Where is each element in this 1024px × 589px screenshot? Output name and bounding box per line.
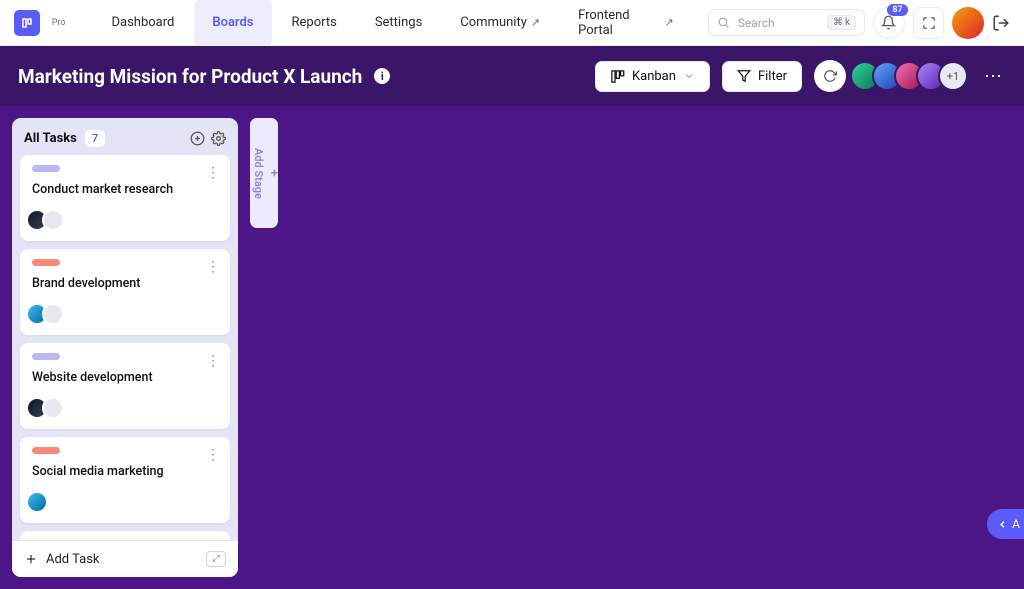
external-link-icon: ↗ — [665, 16, 674, 29]
column-count: 7 — [85, 130, 105, 147]
task-card[interactable]: Brand development⋮ — [20, 249, 230, 335]
logout-icon — [992, 14, 1010, 32]
filter-button[interactable]: Filter — [722, 61, 802, 92]
column-header: All Tasks 7 — [12, 118, 238, 155]
nav-frontend-portal[interactable]: Frontend Portal↗ — [560, 0, 692, 46]
plan-badge: Pro — [52, 18, 66, 28]
logout-button[interactable] — [992, 14, 1010, 32]
fullscreen-button[interactable] — [913, 7, 945, 39]
assignee-avatar — [42, 303, 64, 325]
task-card[interactable]: New Ad campaign for Facebook⋮ — [20, 531, 230, 540]
search-shortcut: ⌘k — [827, 15, 856, 30]
floating-side-tab[interactable]: A — [987, 509, 1024, 539]
info-icon[interactable]: i — [374, 68, 390, 84]
gear-icon[interactable] — [211, 131, 226, 146]
search-icon — [717, 16, 730, 29]
card-menu-icon[interactable]: ⋮ — [206, 353, 220, 369]
chevron-left-icon — [997, 519, 1008, 530]
priority-tag — [32, 447, 60, 454]
assignee-list — [32, 303, 218, 325]
refresh-button[interactable] — [814, 60, 846, 92]
assignee-list — [32, 397, 218, 419]
board-header: Marketing Mission for Product X Launch i… — [0, 46, 1024, 106]
nav-settings[interactable]: Settings — [357, 0, 440, 46]
refresh-icon — [823, 69, 837, 83]
assignee-avatar — [42, 209, 64, 231]
board-title: Marketing Mission for Product X Launch — [18, 65, 362, 88]
nav-reports[interactable]: Reports — [274, 0, 355, 46]
add-stage-button[interactable]: + Add Stage — [250, 118, 278, 228]
member-avatars[interactable]: +1 — [858, 61, 968, 91]
top-navigation-bar: Pro Dashboard Boards Reports Settings Co… — [0, 0, 1024, 46]
task-card[interactable]: Social media marketing⋮ — [20, 437, 230, 523]
kanban-board: All Tasks 7 Conduct market research⋮Bran… — [0, 106, 1024, 589]
kanban-column: All Tasks 7 Conduct market research⋮Bran… — [12, 118, 238, 577]
assignee-avatar — [42, 397, 64, 419]
app-logo[interactable] — [14, 10, 40, 36]
more-menu[interactable]: ⋯ — [980, 66, 1006, 87]
search-input[interactable]: Search ⌘k — [708, 9, 865, 36]
chevron-down-icon — [683, 70, 695, 82]
priority-tag — [32, 259, 60, 266]
nav-dashboard[interactable]: Dashboard — [93, 0, 192, 46]
expand-icon[interactable]: ⤢ — [206, 551, 226, 567]
external-link-icon: ↗ — [531, 16, 540, 29]
card-menu-icon[interactable]: ⋮ — [206, 447, 220, 463]
task-title: Conduct market research — [32, 182, 218, 197]
avatar-overflow[interactable]: +1 — [938, 61, 968, 91]
notification-count: 87 — [887, 4, 907, 16]
nav-boards[interactable]: Boards — [194, 0, 271, 46]
plus-icon: + — [271, 166, 278, 181]
bell-icon — [881, 15, 896, 30]
cards-list: Conduct market research⋮Brand developmen… — [12, 155, 238, 540]
filter-icon — [737, 69, 751, 83]
plus-icon — [24, 552, 38, 566]
task-card[interactable]: Website development⋮ — [20, 343, 230, 429]
kanban-icon — [610, 69, 625, 84]
add-task-button[interactable]: Add Task ⤢ — [12, 540, 238, 577]
column-title: All Tasks — [24, 131, 77, 146]
plus-circle-icon[interactable] — [190, 131, 205, 146]
notifications-button[interactable]: 87 — [873, 7, 905, 39]
priority-tag — [32, 165, 60, 172]
card-menu-icon[interactable]: ⋮ — [206, 165, 220, 181]
view-selector[interactable]: Kanban — [595, 61, 710, 92]
task-title: Website development — [32, 370, 218, 385]
expand-icon — [922, 16, 936, 30]
user-avatar[interactable] — [952, 7, 984, 39]
assignee-avatar — [26, 491, 48, 513]
assignee-list — [32, 209, 218, 231]
assignee-list — [32, 491, 218, 513]
main-nav: Dashboard Boards Reports Settings Commun… — [93, 0, 691, 46]
task-title: Social media marketing — [32, 464, 218, 479]
priority-tag — [32, 353, 60, 360]
task-card[interactable]: Conduct market research⋮ — [20, 155, 230, 241]
card-menu-icon[interactable]: ⋮ — [206, 259, 220, 275]
task-title: Brand development — [32, 276, 218, 291]
nav-community[interactable]: Community↗ — [442, 0, 558, 46]
